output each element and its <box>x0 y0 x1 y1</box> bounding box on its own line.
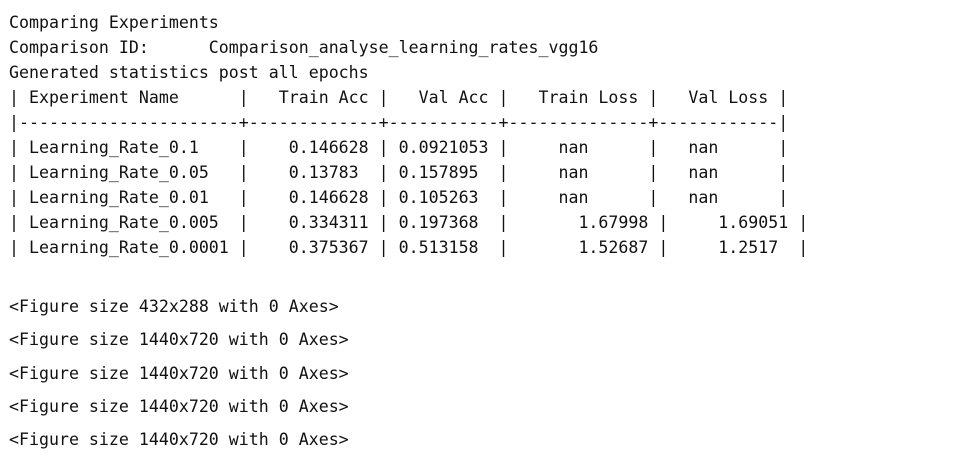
table-row: | Learning_Rate_0.01 | 0.146628 | 0.1052… <box>9 188 789 207</box>
table-row: | Learning_Rate_0.005 | 0.334311 | 0.197… <box>9 213 809 232</box>
statistics-note-line: Generated statistics post all epochs <box>9 63 369 82</box>
table-row: | Learning_Rate_0.05 | 0.13783 | 0.15789… <box>9 163 789 182</box>
blank-gap <box>9 260 808 290</box>
table-separator-row: |----------------------+-------------+--… <box>9 113 789 132</box>
figure-repr-line: <Figure size 1440x720 with 0 Axes> <box>9 396 349 416</box>
figure-repr-line: <Figure size 1440x720 with 0 Axes> <box>9 363 349 383</box>
table-header-row: | Experiment Name | Train Acc | Val Acc … <box>9 88 789 107</box>
notebook-output-area: Comparing Experiments Comparison ID: Com… <box>9 10 808 456</box>
figure-output-list: <Figure size 432x288 with 0 Axes> <Figur… <box>9 290 808 456</box>
table-row: | Learning_Rate_0.1 | 0.146628 | 0.09210… <box>9 138 789 157</box>
output-title-line: Comparing Experiments <box>9 13 219 32</box>
figure-repr-line: <Figure size 432x288 with 0 Axes> <box>9 297 339 316</box>
results-table: | Experiment Name | Train Acc | Val Acc … <box>9 85 808 260</box>
table-row: | Learning_Rate_0.0001 | 0.375367 | 0.51… <box>9 238 809 257</box>
figure-repr-line: <Figure size 1440x720 with 0 Axes> <box>9 430 349 450</box>
comparison-id-line: Comparison ID: Comparison_analyse_learni… <box>9 38 599 57</box>
figure-repr-line: <Figure size 1440x720 with 0 Axes> <box>9 330 349 350</box>
